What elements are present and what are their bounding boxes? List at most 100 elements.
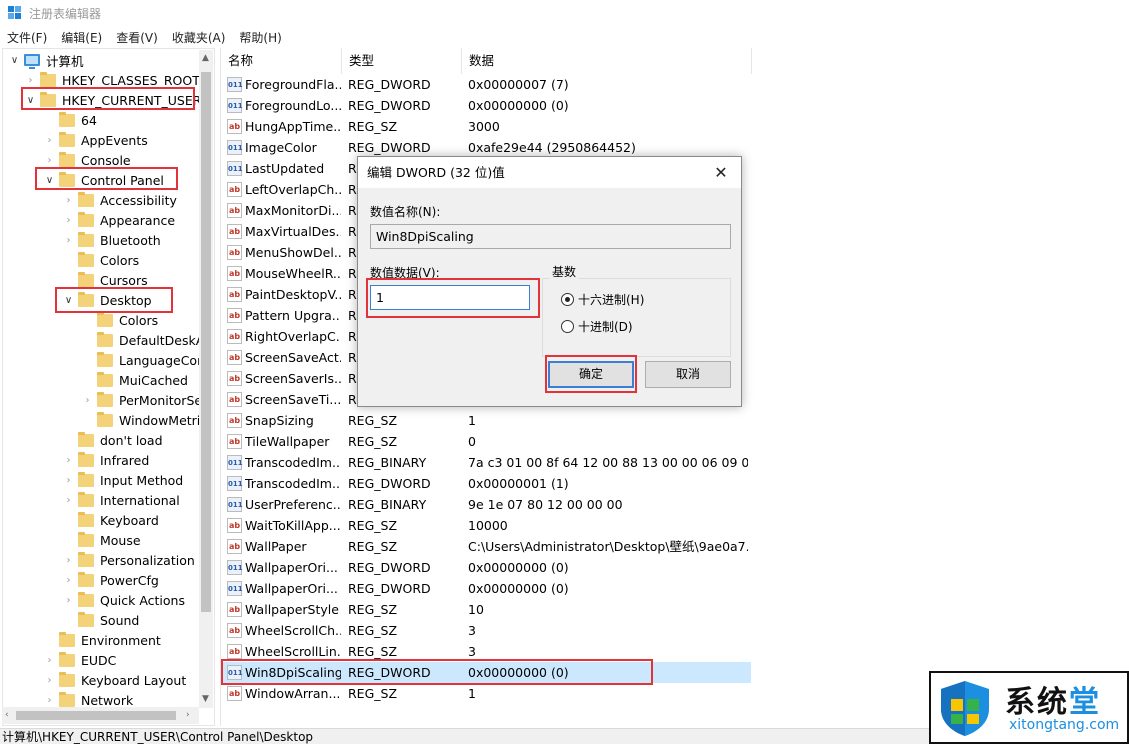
table-row[interactable]: ab WallPaper REG_SZ C:\Users\Administrator\…: [221, 536, 751, 557]
tree-root[interactable]: ∨ 计算机: [9, 50, 84, 70]
column-header-name[interactable]: 名称: [221, 48, 342, 74]
expand-chevron-icon[interactable]: ›: [44, 653, 55, 667]
expand-chevron-icon[interactable]: ›: [44, 673, 55, 687]
expand-chevron-icon[interactable]: ›: [63, 493, 74, 507]
scroll-thumb[interactable]: [201, 72, 211, 612]
scroll-down-icon[interactable]: ▼: [202, 694, 209, 704]
tree-item-accessibility[interactable]: › Accessibility: [63, 190, 177, 210]
tree-item-environment[interactable]: Environment: [44, 630, 161, 650]
expand-chevron-icon[interactable]: ›: [63, 473, 74, 487]
folder-icon: [59, 151, 75, 167]
value-name: WallPaper: [245, 539, 307, 554]
tree-item-64[interactable]: 64: [44, 110, 97, 130]
expand-chevron-icon[interactable]: ›: [44, 153, 55, 167]
tree-horizontal-scrollbar[interactable]: ‹ ›: [2, 707, 199, 724]
cancel-button[interactable]: 取消: [645, 361, 731, 388]
tree-item-keyboard[interactable]: Keyboard: [63, 510, 159, 530]
tree-item-appevents[interactable]: › AppEvents: [44, 130, 148, 150]
expand-chevron-icon[interactable]: ›: [63, 453, 74, 467]
tree-item-permonitor[interactable]: › PerMonitorSe: [82, 390, 202, 410]
table-row[interactable]: 011 ImageColor REG_DWORD 0xafe29e44 (295086…: [221, 137, 751, 158]
menu-edit[interactable]: 编辑(E): [54, 29, 109, 46]
column-header-type[interactable]: 类型: [342, 48, 462, 74]
table-row[interactable]: ab SnapSizing REG_SZ 1: [221, 410, 751, 431]
tree-item-sound[interactable]: Sound: [63, 610, 139, 630]
tree-item-dontload[interactable]: don't load: [63, 430, 163, 450]
tree-item-languageconfig[interactable]: LanguageCor: [82, 350, 202, 370]
table-row[interactable]: 011 WallpaperOri... REG_DWORD 0x00000000 (0…: [221, 557, 751, 578]
radio-hexadecimal[interactable]: 十六进制(H): [561, 291, 644, 308]
table-row[interactable]: 011 TranscodedIm... REG_DWORD 0x00000001 (1…: [221, 473, 751, 494]
tree-item-colors[interactable]: Colors: [63, 250, 139, 270]
radio-unselected-icon: [561, 320, 574, 333]
column-header-data[interactable]: 数据: [462, 48, 752, 74]
close-icon[interactable]: ✕: [711, 157, 731, 188]
menu-help[interactable]: 帮助(H): [232, 29, 288, 46]
tree-item-inputmethod[interactable]: › Input Method: [63, 470, 183, 490]
table-row[interactable]: ab WindowArran... REG_SZ 1: [221, 683, 751, 704]
highlight-ok-button: [545, 355, 637, 393]
scroll-up-icon[interactable]: ▲: [202, 53, 209, 63]
expand-chevron-icon[interactable]: ›: [82, 393, 93, 407]
tree-root-label: 计算机: [46, 53, 84, 69]
radio-decimal[interactable]: 十进制(D): [561, 318, 633, 335]
tree-item-appearance[interactable]: › Appearance: [63, 210, 175, 230]
registry-tree[interactable]: ∨ 计算机 › HKEY_CLASSES_ROOT ∨ HKEY_CURRENT…: [2, 48, 215, 726]
tree-item-bluetooth[interactable]: › Bluetooth: [63, 230, 161, 250]
tree-item-desktop-colors[interactable]: Colors: [82, 310, 158, 330]
value-name: MaxMonitorDi...: [245, 203, 341, 218]
tree-item-label: HKEY_CLASSES_ROOT: [62, 72, 200, 88]
table-row[interactable]: 011 TranscodedIm... REG_BINARY 7a c3 01 00 …: [221, 452, 751, 473]
menu-favorites[interactable]: 收藏夹(A): [165, 29, 233, 46]
binary-value-icon: 011: [227, 581, 243, 596]
table-row[interactable]: 011 ForegroundFla... REG_DWORD 0x00000007 (…: [221, 74, 751, 95]
table-row[interactable]: 011 UserPreferenc... REG_BINARY 9e 1e 07 80…: [221, 494, 751, 515]
folder-icon: [78, 571, 94, 587]
tree-item-international[interactable]: › International: [63, 490, 180, 510]
tree-item-windowmetrics[interactable]: WindowMetri: [82, 410, 200, 430]
tree-item-defaultdesk[interactable]: DefaultDeskA: [82, 330, 204, 350]
tree-item-eudc[interactable]: › EUDC: [44, 650, 116, 670]
table-row[interactable]: 011 WallpaperOri... REG_DWORD 0x00000000 (0…: [221, 578, 751, 599]
expand-chevron-icon[interactable]: ›: [25, 73, 36, 87]
table-row[interactable]: ab WheelScrollCh... REG_SZ 3: [221, 620, 751, 641]
menu-view[interactable]: 查看(V): [109, 29, 165, 46]
menu-file[interactable]: 文件(F): [0, 29, 54, 46]
folder-icon: [78, 231, 94, 247]
watermark-logo: 系统堂 xitongtang.com: [929, 671, 1129, 744]
tree-item-mouse[interactable]: Mouse: [63, 530, 141, 550]
value-name: ForegroundFla...: [245, 77, 341, 92]
expand-chevron-icon[interactable]: ›: [63, 213, 74, 227]
tree-item-powercfg[interactable]: › PowerCfg: [63, 570, 159, 590]
table-row[interactable]: ab TileWallpaper REG_SZ 0: [221, 431, 751, 452]
value-data: 9e 1e 07 80 12 00 00 00: [468, 497, 623, 512]
value-data: 0: [468, 434, 476, 449]
scroll-right-icon[interactable]: ›: [186, 710, 190, 720]
folder-icon: [97, 411, 113, 427]
expand-chevron-icon[interactable]: ›: [63, 233, 74, 247]
tree-item-label: Console: [81, 152, 131, 168]
scroll-left-icon[interactable]: ‹: [5, 710, 9, 720]
expand-chevron-icon[interactable]: ›: [44, 693, 55, 707]
expand-chevron-icon[interactable]: ›: [63, 573, 74, 587]
tree-item-personalization[interactable]: › Personalization: [63, 550, 195, 570]
tree-item-keyboardlayout[interactable]: › Keyboard Layout: [44, 670, 186, 690]
table-row[interactable]: ab HungAppTime... REG_SZ 3000: [221, 116, 751, 137]
tree-item-muicached[interactable]: MuiCached: [82, 370, 188, 390]
expand-chevron-icon[interactable]: ›: [63, 593, 74, 607]
value-name-field[interactable]: Win8DpiScaling: [370, 224, 731, 249]
expand-chevron-icon[interactable]: ›: [44, 133, 55, 147]
highlight-hkcu: [21, 87, 195, 110]
table-row[interactable]: 011 ForegroundLo... REG_DWORD 0x00000000 (0…: [221, 95, 751, 116]
table-row[interactable]: ab WaitToKillApp... REG_SZ 10000: [221, 515, 751, 536]
tree-item-quickactions[interactable]: › Quick Actions: [63, 590, 185, 610]
expand-chevron-icon[interactable]: ›: [63, 193, 74, 207]
table-row[interactable]: ab WallpaperStyle REG_SZ 10: [221, 599, 751, 620]
scroll-thumb[interactable]: [16, 711, 176, 720]
tree-vertical-scrollbar[interactable]: ▲ ▼: [199, 50, 213, 708]
tree-item-label: 64: [81, 112, 97, 128]
expand-chevron-icon[interactable]: ›: [63, 553, 74, 567]
tree-item-infrared[interactable]: › Infrared: [63, 450, 149, 470]
tree-item-label: don't load: [100, 432, 163, 448]
collapse-chevron-icon[interactable]: ∨: [9, 53, 20, 67]
